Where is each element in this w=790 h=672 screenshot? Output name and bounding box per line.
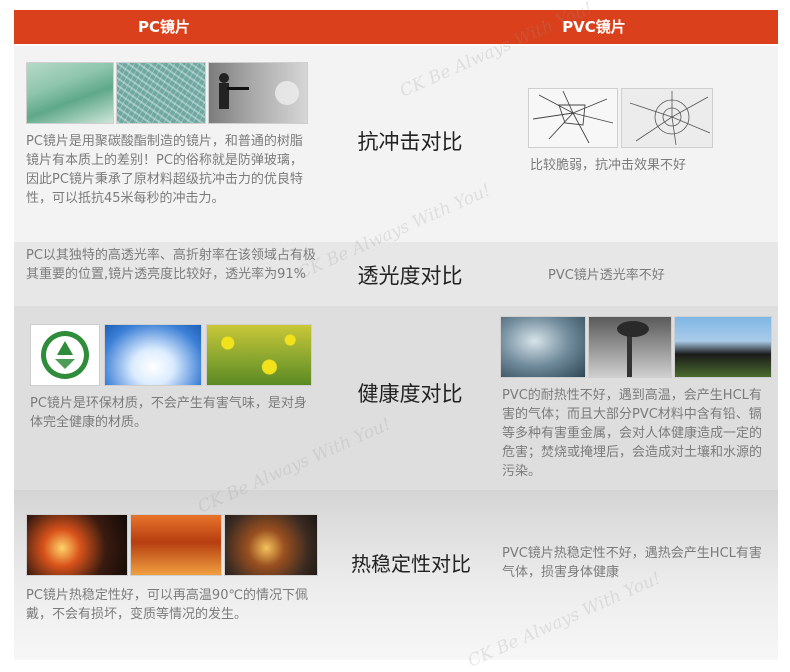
pc-transmittance-text: PC以其独特的高透光率、高折射率在该领域占有极其重要的位置,镜片透亮度比较好，透… [26, 248, 316, 282]
transmittance-title: 透光度对比 [357, 264, 463, 288]
pc-foundry-workers-photo [224, 514, 318, 576]
health-title: 健康度对比 [357, 382, 463, 406]
flower-field-photo [206, 324, 312, 386]
pvc-burning-smoke-photo [674, 316, 772, 378]
pvc-health-text: PVC的耐热性不好，遇到高温，会产生HCL有害的气体；而且大部分PVC材料中含有… [502, 388, 763, 479]
recycle-icon-photo [30, 324, 100, 386]
pvc-shattered-lens-photo [621, 88, 713, 148]
pvc-smoke-photo [500, 316, 586, 378]
comparison-header: PC镜片 PVC镜片 [14, 10, 778, 44]
pc-thermal-text: PC镜片热稳定性好，可以再高温90℃的情况下佩戴，不会有损坏，变质等情况的发生。 [26, 588, 309, 622]
pc-grinding-sparks-photo [26, 514, 128, 576]
thermal-title: 热稳定性对比 [351, 552, 471, 576]
pvc-cracked-lens-photo [528, 88, 618, 148]
pc-bulletproof-test-photo [208, 62, 308, 124]
pvc-impact-text: 比较脆弱，抗冲击效果不好 [530, 158, 687, 173]
blue-sky-photo [104, 324, 202, 386]
pc-health-text: PC镜片是环保材质，不会产生有害气味，是对身体完全健康的材质。 [30, 396, 307, 430]
pc-glass-photo [26, 62, 114, 124]
pc-column-header: PC镜片 [137, 18, 190, 36]
pc-high-temperature-photo [130, 514, 222, 576]
pvc-transmittance-text: PVC镜片透光率不好 [548, 268, 665, 283]
pc-impact-text: PC镜片是用聚碳酸酯制造的镜片，和普通的树脂镜片有本质上的差别！PC的俗称就是防… [26, 134, 303, 206]
pvc-factory-chimney-photo [588, 316, 672, 378]
impact-title: 抗冲击对比 [357, 130, 463, 154]
pc-shattered-glass-photo [116, 62, 206, 124]
